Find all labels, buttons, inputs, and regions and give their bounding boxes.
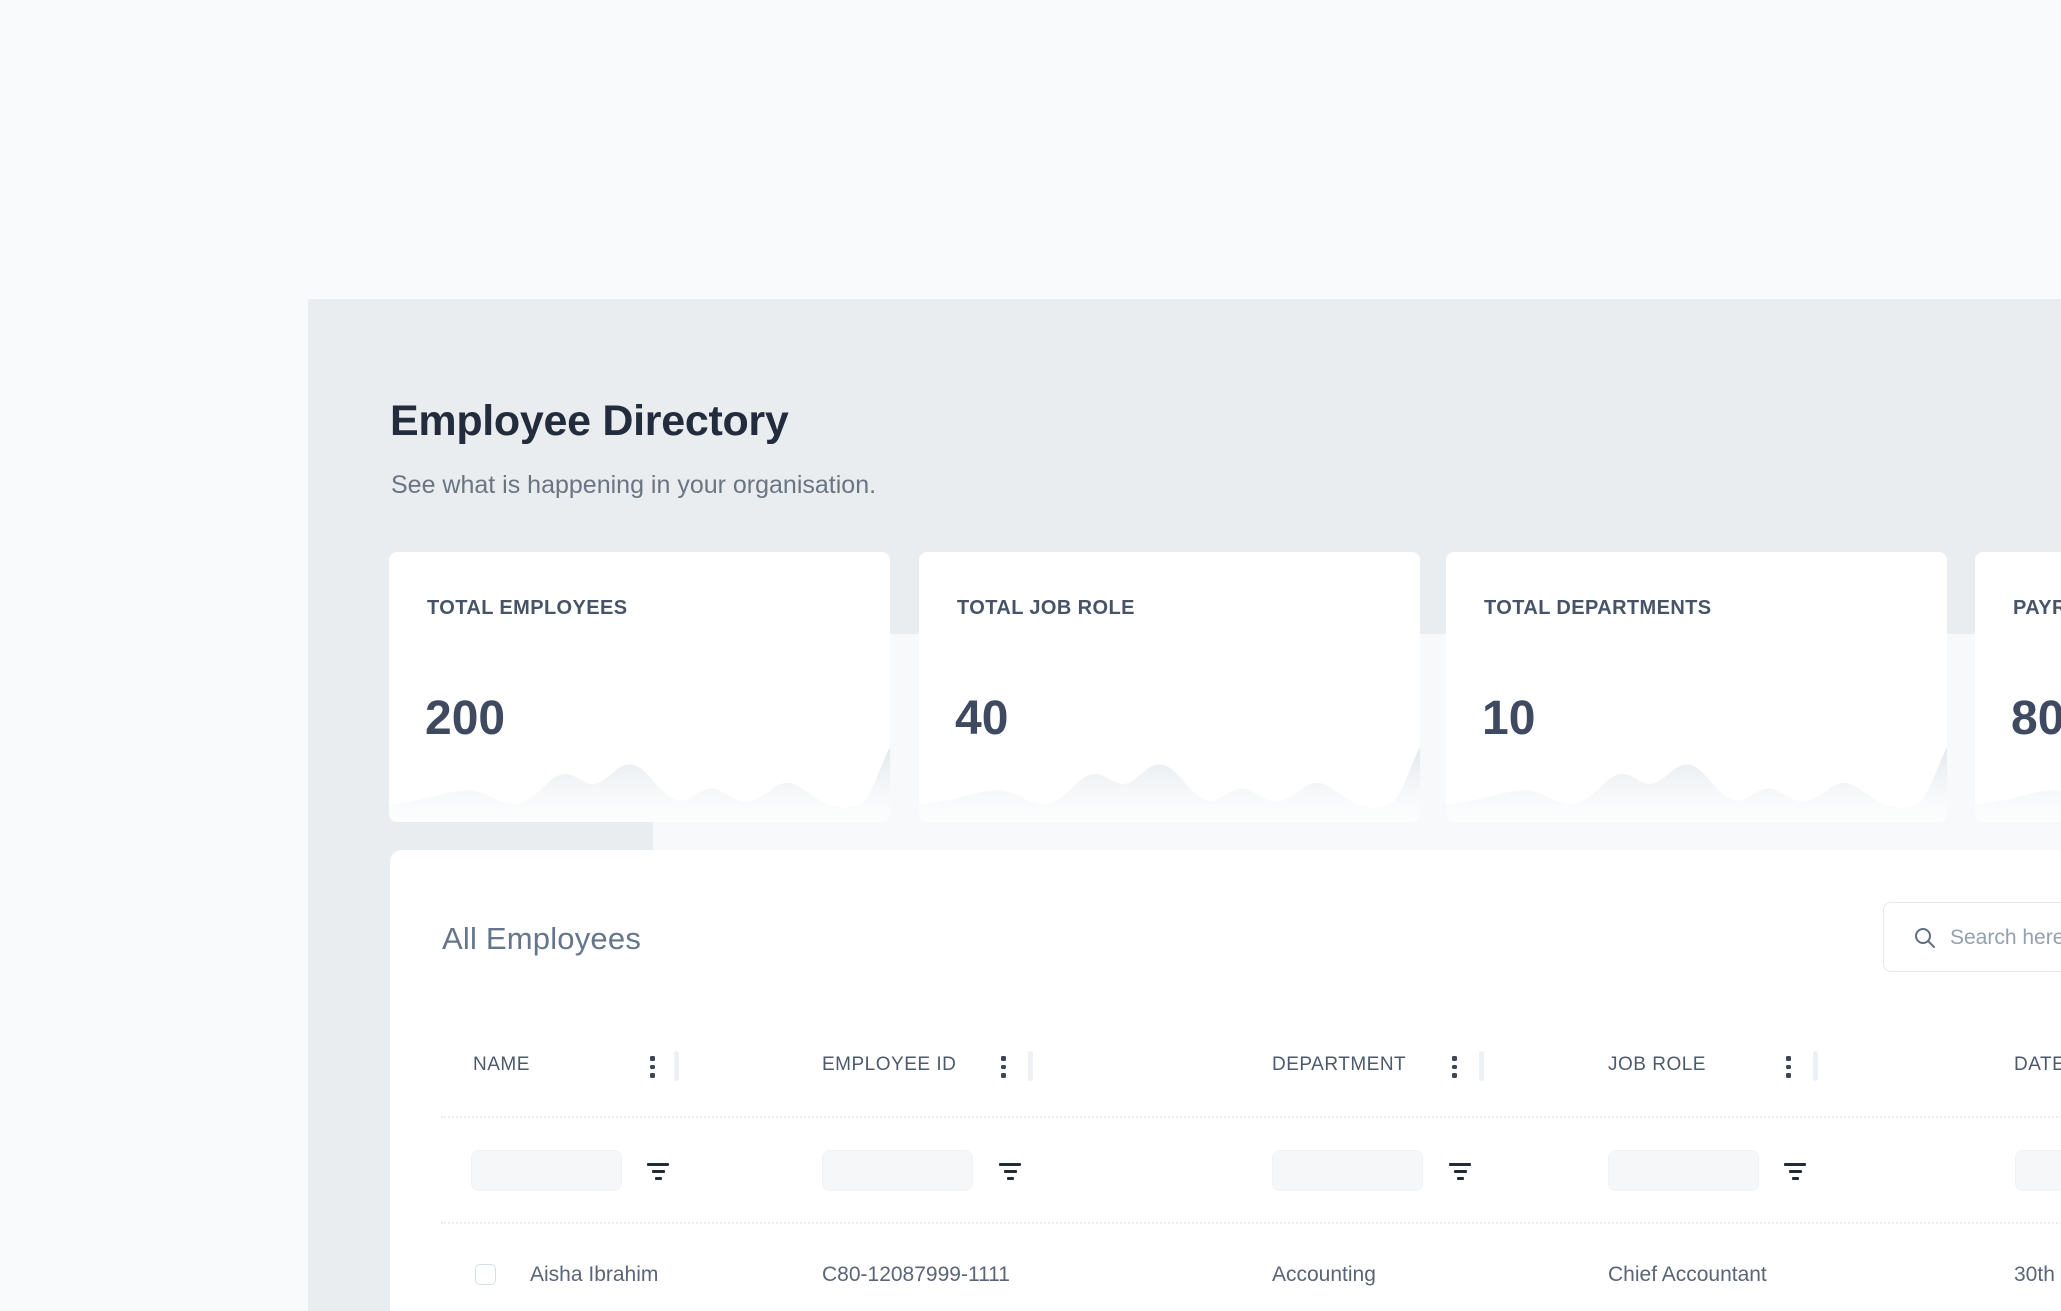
column-separator — [1479, 1051, 1484, 1081]
column-header-job-role: JOB ROLE — [1608, 1054, 1706, 1076]
filter-input-job-role[interactable] — [1608, 1150, 1759, 1191]
column-menu-icon[interactable] — [1001, 1056, 1006, 1078]
column-menu-icon[interactable] — [1786, 1056, 1791, 1078]
page-title: Employee Directory — [390, 396, 788, 448]
stat-label: TOTAL DEPARTMENTS — [1484, 597, 1712, 620]
stat-value: 40 — [955, 695, 1008, 743]
filter-input-employee-id[interactable] — [822, 1150, 973, 1191]
stat-card-total-employees: TOTAL EMPLOYEES 200 — [389, 552, 890, 822]
column-separator — [1813, 1051, 1818, 1081]
stat-value: 200 — [425, 695, 505, 743]
filter-icon[interactable] — [647, 1163, 669, 1180]
stat-label: PAYR — [2013, 597, 2061, 620]
search-icon — [1913, 926, 1937, 950]
column-separator — [1028, 1051, 1033, 1081]
search-input[interactable] — [1948, 904, 2061, 972]
stat-value: 10 — [1482, 695, 1535, 743]
sparkline-wave-icon — [1975, 737, 2061, 822]
stat-card-total-departments: TOTAL DEPARTMENTS 10 — [1446, 552, 1947, 822]
cell-department: Accounting — [1272, 1263, 1376, 1287]
stat-label: TOTAL JOB ROLE — [957, 597, 1135, 620]
all-employees-card: All Employees NAME EMPLOYEE ID DEPARTMEN… — [390, 850, 2061, 1311]
table-divider — [441, 1116, 2061, 1118]
sparkline-wave-icon — [389, 737, 890, 822]
cell-name: Aisha Ibrahim — [530, 1263, 658, 1287]
column-header-name: NAME — [473, 1054, 530, 1076]
row-checkbox[interactable] — [475, 1264, 496, 1285]
filter-icon[interactable] — [1449, 1163, 1471, 1180]
cell-job-role: Chief Accountant — [1608, 1263, 1767, 1287]
cell-employee-id: C80-12087999-1111 — [822, 1263, 1010, 1287]
filter-input-date[interactable] — [2015, 1150, 2061, 1191]
column-separator — [674, 1051, 679, 1081]
sparkline-wave-icon — [919, 737, 1420, 822]
page-subtitle: See what is happening in your organisati… — [391, 470, 876, 501]
filter-input-department[interactable] — [1272, 1150, 1423, 1191]
section-heading: All Employees — [442, 921, 641, 957]
table-divider — [441, 1222, 2061, 1224]
stat-card-payroll: PAYR 80 — [1975, 552, 2061, 822]
search-box — [1883, 902, 2061, 972]
column-header-employee-id: EMPLOYEE ID — [822, 1054, 956, 1076]
cell-date: 30th — [2014, 1263, 2055, 1287]
stat-value: 80 — [2011, 695, 2061, 743]
column-menu-icon[interactable] — [650, 1056, 655, 1078]
stat-label: TOTAL EMPLOYEES — [427, 597, 627, 620]
filter-icon[interactable] — [1784, 1163, 1806, 1180]
column-header-date: DATE — [2014, 1054, 2061, 1076]
filter-icon[interactable] — [999, 1163, 1021, 1180]
filter-input-name[interactable] — [471, 1150, 622, 1191]
sparkline-wave-icon — [1446, 737, 1947, 822]
column-menu-icon[interactable] — [1452, 1056, 1457, 1078]
page: Employee Directory See what is happening… — [0, 0, 2061, 1311]
column-header-department: DEPARTMENT — [1272, 1054, 1406, 1076]
stat-card-total-job-role: TOTAL JOB ROLE 40 — [919, 552, 1420, 822]
